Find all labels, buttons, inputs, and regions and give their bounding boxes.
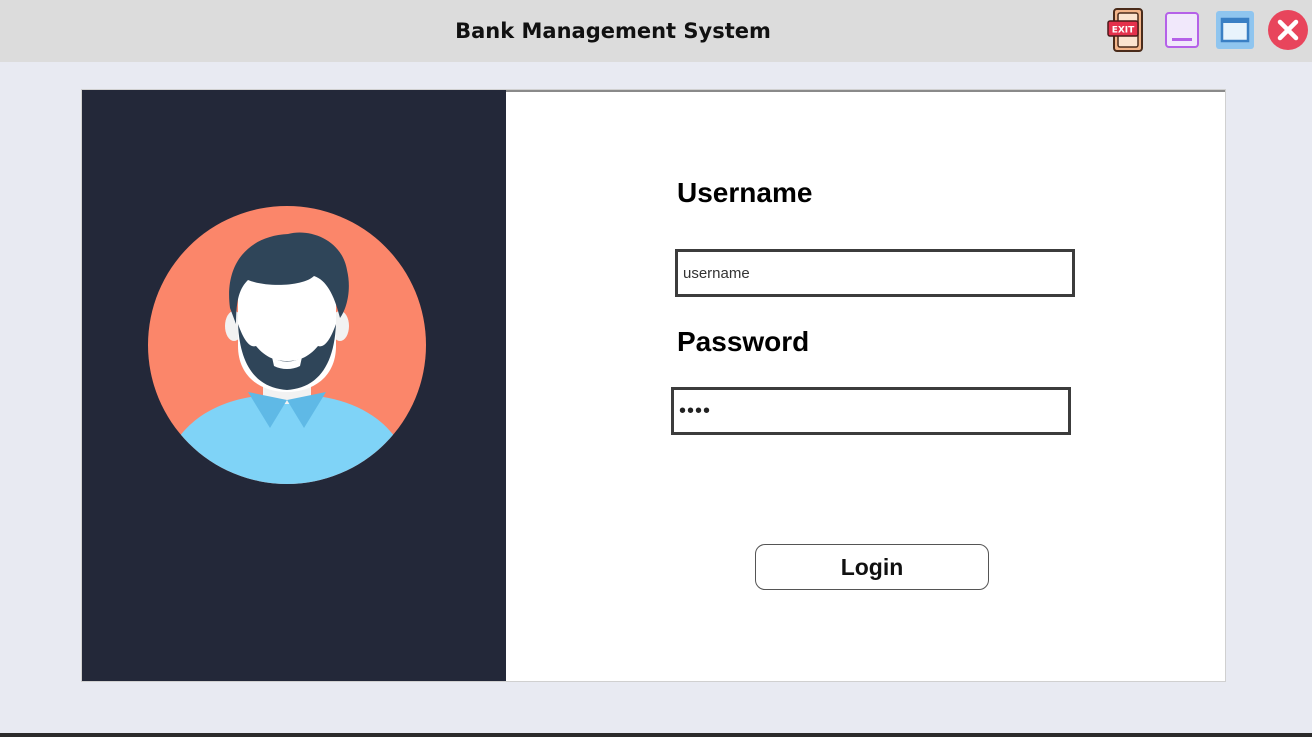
avatar-panel bbox=[82, 90, 506, 681]
maximize-button[interactable] bbox=[1214, 9, 1256, 51]
exit-button[interactable]: EXIT bbox=[1106, 8, 1148, 52]
window-title: Bank Management System bbox=[455, 19, 771, 43]
maximize-icon bbox=[1216, 11, 1254, 49]
user-avatar-icon bbox=[148, 206, 426, 484]
bottom-edge bbox=[0, 733, 1312, 737]
title-bar: Bank Management System EXIT bbox=[0, 0, 1312, 62]
close-button[interactable] bbox=[1267, 9, 1309, 51]
minimize-button[interactable] bbox=[1161, 9, 1203, 51]
password-input[interactable] bbox=[671, 387, 1071, 435]
app-window: Bank Management System EXIT Username use… bbox=[0, 0, 1312, 737]
login-button[interactable]: Login bbox=[755, 544, 989, 590]
password-label: Password bbox=[677, 326, 810, 357]
login-panel: Username Password Login bbox=[81, 89, 1226, 682]
username-input[interactable] bbox=[675, 249, 1075, 297]
exit-icon: EXIT bbox=[1107, 8, 1143, 52]
username-label: Username bbox=[677, 177, 813, 208]
close-icon bbox=[1268, 10, 1308, 50]
svg-text:EXIT: EXIT bbox=[1112, 26, 1135, 36]
minimize-icon bbox=[1165, 12, 1199, 48]
